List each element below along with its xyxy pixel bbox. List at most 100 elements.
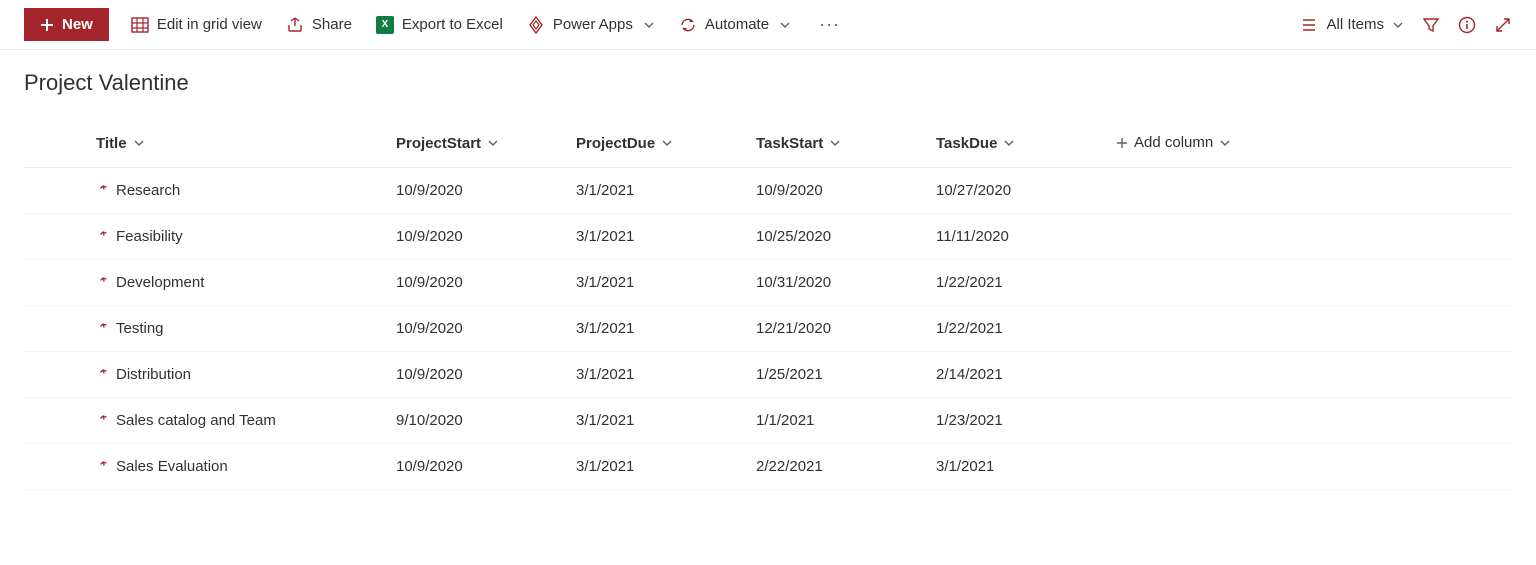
item-type-icon [96,460,110,472]
command-bar-right: All Items [1300,16,1512,34]
list-table: Title ProjectStart [24,124,1512,490]
command-bar: New Edit in grid view Share X Export to … [0,0,1536,50]
table-row[interactable]: Research 10/9/2020 3/1/2021 10/9/2020 10/27/… [24,167,1512,213]
grid-icon [131,16,149,34]
item-type-icon [96,230,110,242]
table-row[interactable]: Testing 10/9/2020 3/1/2021 12/21/2020 1/22/2… [24,305,1512,351]
row-project-start: 9/10/2020 [396,412,463,429]
row-title: Development [116,274,204,291]
row-task-due: 1/22/2021 [936,320,1003,337]
row-project-due: 3/1/2021 [576,412,634,429]
row-task-due: 3/1/2021 [936,458,994,475]
item-type-icon [96,276,110,288]
row-task-start: 2/22/2021 [756,458,823,475]
row-title: Testing [116,320,164,337]
add-column-button[interactable]: Add column [1116,134,1231,151]
chevron-down-icon [829,137,841,149]
row-project-due: 3/1/2021 [576,228,634,245]
row-task-start: 12/21/2020 [756,320,831,337]
item-type-icon [96,368,110,380]
column-header-project-due[interactable]: ProjectDue [576,135,673,152]
column-header-project-start-label: ProjectStart [396,135,481,152]
chevron-down-icon [1392,19,1404,31]
table-row[interactable]: Feasibility 10/9/2020 3/1/2021 10/25/2020 11… [24,213,1512,259]
chevron-down-icon [661,137,673,149]
row-task-due: 10/27/2020 [936,182,1011,199]
chevron-down-icon [1003,137,1015,149]
row-project-start: 10/9/2020 [396,228,463,245]
row-task-due: 1/22/2021 [936,274,1003,291]
row-task-start: 1/25/2021 [756,366,823,383]
row-title: Feasibility [116,228,183,245]
row-task-start: 1/1/2021 [756,412,814,429]
chevron-down-icon [779,19,791,31]
row-project-due: 3/1/2021 [576,274,634,291]
automate-label: Automate [705,16,769,33]
chevron-down-icon [133,137,145,149]
row-title: Sales catalog and Team [116,412,276,429]
excel-icon: X [376,16,394,34]
table-row[interactable]: Sales Evaluation 10/9/2020 3/1/2021 2/22/20… [24,443,1512,489]
export-excel-button[interactable]: X Export to Excel [374,12,505,38]
column-header-title-label: Title [96,135,127,152]
row-title: Sales Evaluation [116,458,228,475]
item-type-icon [96,184,110,196]
row-task-start: 10/25/2020 [756,228,831,245]
row-task-due: 1/23/2021 [936,412,1003,429]
list-view-icon [1300,16,1318,34]
list-title: Project Valentine [24,70,1512,96]
edit-grid-button[interactable]: Edit in grid view [129,12,264,38]
row-project-due: 3/1/2021 [576,320,634,337]
power-apps-label: Power Apps [553,16,633,33]
column-header-task-due[interactable]: TaskDue [936,135,1015,152]
row-project-start: 10/9/2020 [396,366,463,383]
column-header-project-start[interactable]: ProjectStart [396,135,499,152]
row-project-start: 10/9/2020 [396,320,463,337]
row-project-start: 10/9/2020 [396,182,463,199]
column-header-task-due-label: TaskDue [936,135,997,152]
row-project-due: 3/1/2021 [576,458,634,475]
row-task-start: 10/31/2020 [756,274,831,291]
plus-icon [40,18,54,32]
row-task-start: 10/9/2020 [756,182,823,199]
column-header-task-start-label: TaskStart [756,135,823,152]
row-task-due: 11/11/2020 [936,228,1009,245]
share-button[interactable]: Share [284,12,354,38]
row-project-start: 10/9/2020 [396,458,463,475]
column-header-task-start[interactable]: TaskStart [756,135,841,152]
table-row[interactable]: Development 10/9/2020 3/1/2021 10/31/2020 1/… [24,259,1512,305]
row-project-start: 10/9/2020 [396,274,463,291]
view-switcher[interactable]: All Items [1300,16,1404,34]
automate-icon [679,16,697,34]
column-header-project-due-label: ProjectDue [576,135,655,152]
view-label: All Items [1326,16,1384,33]
chevron-down-icon [643,19,655,31]
edit-grid-label: Edit in grid view [157,16,262,33]
item-type-icon [96,414,110,426]
filter-icon[interactable] [1422,16,1440,34]
expand-icon[interactable] [1494,16,1512,34]
share-icon [286,16,304,34]
row-title: Distribution [116,366,191,383]
info-icon[interactable] [1458,16,1476,34]
new-button-label: New [62,16,93,33]
table-row[interactable]: Sales catalog and Team 9/10/2020 3/1/2021 1… [24,397,1512,443]
add-column-label: Add column [1134,134,1213,151]
export-excel-label: Export to Excel [402,16,503,33]
new-button[interactable]: New [24,8,109,41]
power-apps-button[interactable]: Power Apps [525,12,657,38]
chevron-down-icon [487,137,499,149]
row-title: Research [116,182,180,199]
column-header-title[interactable]: Title [96,135,145,152]
row-task-due: 2/14/2021 [936,366,1003,383]
row-project-due: 3/1/2021 [576,366,634,383]
more-actions-button[interactable]: ··· [813,14,846,35]
chevron-down-icon [1219,137,1231,149]
row-project-due: 3/1/2021 [576,182,634,199]
share-label: Share [312,16,352,33]
table-row[interactable]: Distribution 10/9/2020 3/1/2021 1/25/2021 2/… [24,351,1512,397]
item-type-icon [96,322,110,334]
power-apps-icon [527,16,545,34]
plus-icon [1116,137,1128,149]
automate-button[interactable]: Automate [677,12,793,38]
